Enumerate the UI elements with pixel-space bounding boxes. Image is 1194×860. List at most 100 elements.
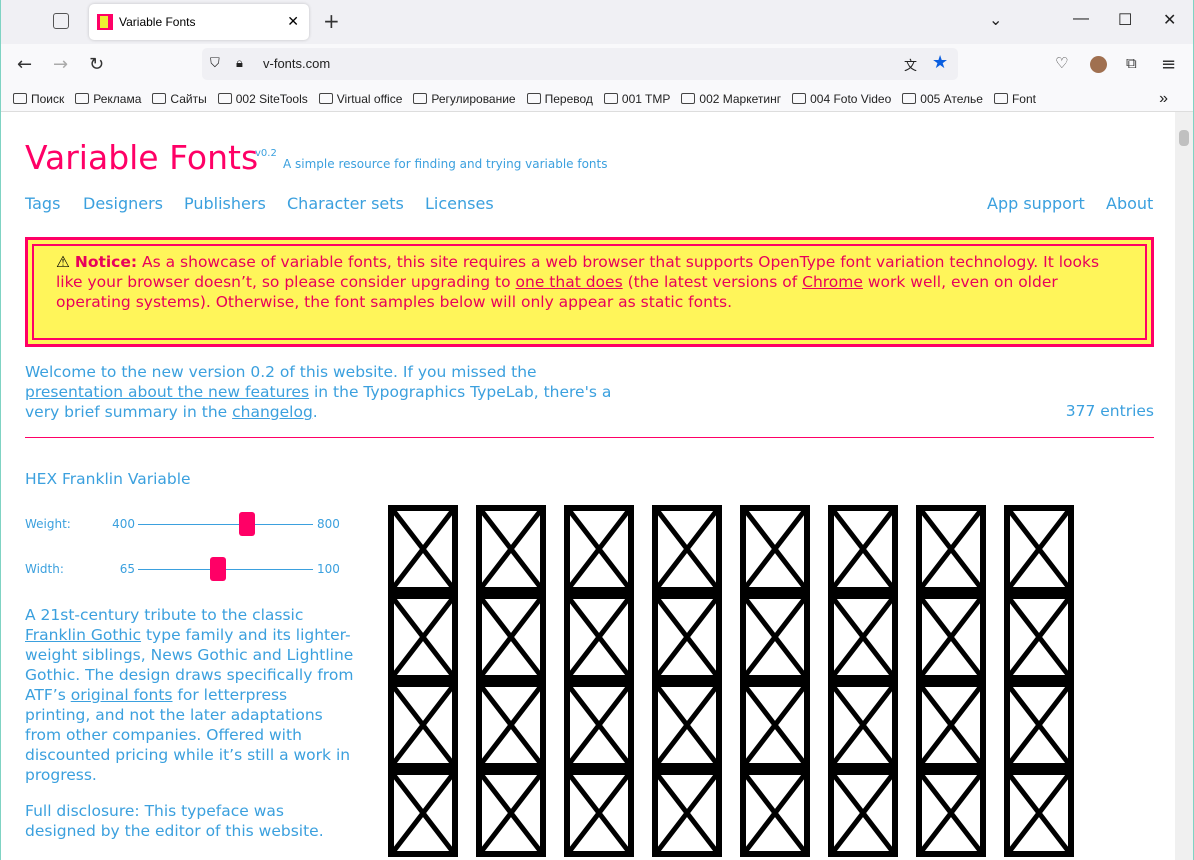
missing-glyph-icon bbox=[388, 593, 458, 681]
width-min: 65 bbox=[119, 562, 135, 576]
site-title[interactable]: Variable Fonts bbox=[25, 138, 258, 177]
original-fonts-link[interactable]: original fonts bbox=[71, 686, 173, 704]
folder-icon bbox=[13, 93, 27, 104]
folder-icon bbox=[75, 93, 90, 104]
more-bookmarks-icon[interactable]: » bbox=[1159, 90, 1168, 108]
address-bar[interactable]: ⛉ 🔒︎ v-fonts.com 文 ★ bbox=[202, 48, 958, 80]
missing-glyph-icon bbox=[388, 769, 458, 857]
missing-glyph-icon bbox=[740, 769, 810, 857]
folder-icon bbox=[152, 93, 167, 104]
folder-icon bbox=[902, 93, 917, 104]
folder-icon bbox=[217, 93, 232, 104]
tab-bar: Variable Fonts ✕ + ⌄ — ☐ ✕ bbox=[1, 0, 1193, 44]
missing-glyph-icon bbox=[916, 505, 986, 593]
bookmark[interactable]: Поиск bbox=[13, 92, 64, 106]
bookmark[interactable]: Virtual office bbox=[318, 92, 402, 106]
extensions-icon[interactable]: ⧉ bbox=[1126, 54, 1137, 72]
shield-icon[interactable]: ⛉ bbox=[210, 55, 220, 71]
missing-glyph-icon bbox=[388, 681, 458, 769]
folder-icon bbox=[413, 93, 428, 104]
nav-publishers[interactable]: Publishers bbox=[184, 194, 266, 213]
scrollbar-thumb[interactable] bbox=[1179, 130, 1189, 146]
lock-icon[interactable]: 🔒︎ bbox=[236, 55, 243, 71]
missing-glyph-icon bbox=[828, 593, 898, 681]
bookmarks-bar: Поиск Реклама Сайты 002 SiteTools Virtua… bbox=[1, 86, 1193, 112]
missing-glyph-icon bbox=[828, 769, 898, 857]
missing-glyph-icon bbox=[652, 681, 722, 769]
tab-title: Variable Fonts bbox=[119, 15, 196, 29]
folder-icon bbox=[993, 93, 1008, 104]
bookmark[interactable]: 002 SiteTools bbox=[217, 92, 308, 106]
missing-glyph-icon bbox=[916, 769, 986, 857]
bookmark[interactable]: 001 TMP bbox=[603, 92, 670, 106]
bookmark[interactable]: 005 Ателье bbox=[902, 92, 983, 106]
nav-licenses[interactable]: Licenses bbox=[425, 194, 494, 213]
bookmark[interactable]: Font bbox=[993, 92, 1036, 106]
welcome-part: Welcome to the new version 0.2 of this w… bbox=[25, 363, 537, 381]
missing-glyph-icon bbox=[652, 505, 722, 593]
bookmark[interactable]: Перевод bbox=[526, 92, 593, 106]
presentation-link[interactable]: presentation about the new features bbox=[25, 383, 309, 401]
changelog-link[interactable]: changelog bbox=[232, 403, 313, 421]
folder-icon bbox=[318, 93, 333, 104]
nav-character-sets[interactable]: Character sets bbox=[287, 194, 404, 213]
missing-glyph-icon bbox=[916, 681, 986, 769]
weight-slider[interactable] bbox=[138, 512, 313, 536]
menu-icon[interactable]: ≡ bbox=[1161, 54, 1176, 75]
missing-glyph-icon bbox=[564, 593, 634, 681]
favicon-icon bbox=[97, 14, 113, 30]
folder-icon bbox=[792, 93, 807, 104]
tab-overview-icon[interactable] bbox=[53, 13, 69, 29]
missing-glyph-icon bbox=[476, 593, 546, 681]
missing-glyph-icon bbox=[740, 593, 810, 681]
version: v0.2 bbox=[255, 148, 277, 159]
scrollbar[interactable] bbox=[1175, 112, 1193, 860]
close-tab-icon[interactable]: ✕ bbox=[287, 13, 299, 30]
chrome-link[interactable]: Chrome bbox=[802, 273, 863, 291]
back-button[interactable]: ← bbox=[17, 54, 32, 75]
notice-text: (the latest versions of bbox=[622, 273, 803, 291]
missing-glyph-icon bbox=[388, 505, 458, 593]
missing-glyph-icon bbox=[916, 593, 986, 681]
nav-app-support[interactable]: App support bbox=[987, 194, 1085, 213]
pocket-icon[interactable]: ♡ bbox=[1055, 54, 1068, 72]
bookmark[interactable]: Сайты bbox=[152, 92, 207, 106]
avatar[interactable] bbox=[1090, 56, 1107, 73]
franklin-gothic-link[interactable]: Franklin Gothic bbox=[25, 626, 141, 644]
nav-about[interactable]: About bbox=[1106, 194, 1153, 213]
missing-glyph-icon bbox=[652, 769, 722, 857]
width-slider-thumb[interactable] bbox=[210, 557, 226, 581]
font-name[interactable]: HEX Franklin Variable bbox=[25, 470, 191, 488]
font-description: A 21st-century tribute to the classic Fr… bbox=[25, 605, 355, 841]
browser-notice: ⚠ Notice: As a showcase of variable font… bbox=[25, 237, 1154, 347]
bookmark[interactable]: Реклама bbox=[75, 92, 141, 106]
missing-glyph-icon bbox=[1004, 505, 1074, 593]
forward-button[interactable]: → bbox=[53, 54, 68, 75]
reload-button[interactable]: ↻ bbox=[89, 54, 104, 75]
missing-glyph-icon bbox=[564, 769, 634, 857]
close-window-button[interactable]: ✕ bbox=[1163, 10, 1176, 30]
missing-glyph-icon bbox=[740, 681, 810, 769]
folder-icon bbox=[681, 93, 696, 104]
upgrade-link[interactable]: one that does bbox=[516, 273, 623, 291]
missing-glyph-icon bbox=[652, 593, 722, 681]
nav-tags[interactable]: Tags bbox=[25, 194, 60, 213]
missing-glyph-icon bbox=[1004, 681, 1074, 769]
bookmark[interactable]: 004 Foto Video bbox=[792, 92, 891, 106]
weight-slider-thumb[interactable] bbox=[239, 512, 256, 536]
width-slider[interactable] bbox=[138, 557, 313, 581]
bookmark[interactable]: 002 Маркетинг bbox=[681, 92, 781, 106]
minimize-button[interactable]: — bbox=[1073, 10, 1089, 28]
new-tab-button[interactable]: + bbox=[323, 9, 340, 33]
tab-variable-fonts[interactable]: Variable Fonts ✕ bbox=[89, 4, 309, 40]
nav-designers[interactable]: Designers bbox=[83, 194, 163, 213]
missing-glyph-icon bbox=[828, 505, 898, 593]
url-text[interactable]: v-fonts.com bbox=[263, 56, 330, 71]
bookmark[interactable]: Регулирование bbox=[413, 92, 516, 106]
translate-icon[interactable]: 文 bbox=[904, 55, 917, 74]
width-max: 100 bbox=[317, 562, 340, 576]
missing-glyph-icon bbox=[828, 681, 898, 769]
tab-list-icon[interactable]: ⌄ bbox=[989, 10, 1002, 30]
bookmark-star-icon[interactable]: ★ bbox=[932, 52, 948, 73]
maximize-button[interactable]: ☐ bbox=[1118, 10, 1132, 30]
